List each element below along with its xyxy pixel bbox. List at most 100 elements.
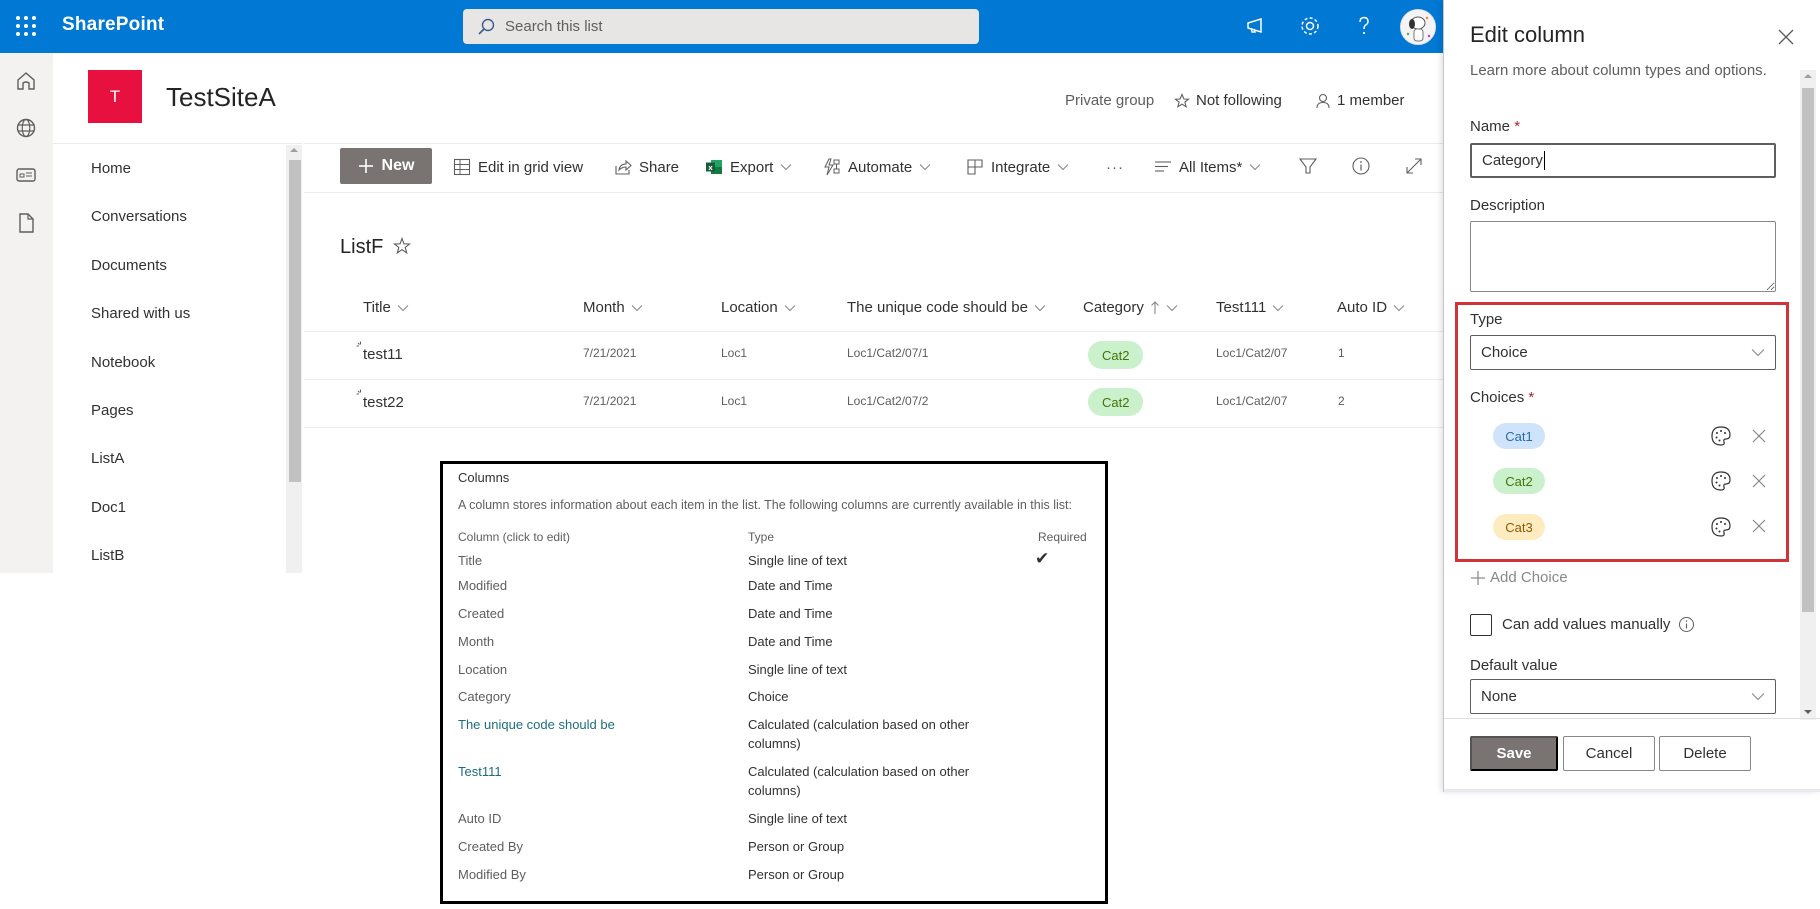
column-link[interactable]: Test111: [458, 764, 502, 779]
search-box[interactable]: Search this list: [463, 9, 979, 44]
column-type: Person or Group: [748, 839, 845, 854]
info-icon[interactable]: [1351, 156, 1371, 176]
column-header-test111[interactable]: Test111: [1216, 299, 1284, 316]
integrate-button[interactable]: Integrate: [966, 156, 1069, 178]
new-button[interactable]: New: [340, 148, 432, 184]
column-header-category[interactable]: Category: [1083, 299, 1178, 316]
name-input[interactable]: Category: [1470, 143, 1776, 178]
type-label: Type: [1470, 311, 1503, 328]
news-icon[interactable]: [14, 163, 38, 187]
info-icon[interactable]: [1678, 616, 1695, 633]
site-title[interactable]: TestSiteA: [166, 82, 276, 113]
choice-pill-cat1[interactable]: Cat1: [1493, 423, 1545, 449]
help-icon[interactable]: [1352, 14, 1376, 38]
required-check-icon: ✔: [1035, 549, 1050, 568]
default-value-dropdown[interactable]: None: [1470, 679, 1776, 714]
palette-icon[interactable]: [1710, 470, 1732, 492]
close-icon[interactable]: [1777, 28, 1795, 46]
nav-item-shared-with-us[interactable]: Shared with us: [91, 305, 190, 322]
divider: [1444, 718, 1820, 719]
column-type: Person or Group: [748, 867, 845, 882]
nav-item-pages[interactable]: Pages: [91, 402, 134, 419]
column-header-location[interactable]: Location: [721, 299, 796, 316]
column-required-header: Required: [1038, 530, 1087, 544]
add-choice-button[interactable]: Add Choice: [1470, 569, 1568, 586]
nav-item-lista[interactable]: ListA: [91, 450, 124, 467]
search-input[interactable]: Search this list: [505, 18, 603, 35]
remove-choice-icon[interactable]: [1751, 473, 1767, 489]
expand-icon[interactable]: [1404, 156, 1424, 176]
cancel-button[interactable]: Cancel: [1563, 736, 1655, 771]
column-link[interactable]: Month: [458, 634, 494, 649]
nav-item-home[interactable]: Home: [91, 160, 131, 177]
palette-icon[interactable]: [1710, 425, 1732, 447]
chevron-down-icon: [1034, 304, 1046, 312]
edit-grid-view-button[interactable]: Edit in grid view: [453, 156, 583, 178]
cell-test111: Loc1/Cat2/07: [1216, 394, 1288, 408]
column-header-month[interactable]: Month: [583, 299, 643, 316]
column-type-continued: columns): [748, 783, 801, 798]
save-button[interactable]: Save: [1470, 736, 1558, 771]
home-icon[interactable]: [14, 69, 38, 93]
document-icon[interactable]: [14, 211, 38, 235]
column-header-auto-id[interactable]: Auto ID: [1337, 299, 1405, 316]
learn-more-link[interactable]: Learn more about column types and option…: [1470, 60, 1770, 81]
follow-button[interactable]: Not following: [1174, 92, 1282, 109]
share-button[interactable]: Share: [614, 156, 679, 178]
manual-values-checkbox[interactable]: [1470, 614, 1492, 636]
columns-heading: Columns: [458, 470, 510, 485]
column-link[interactable]: Modified By: [458, 867, 526, 882]
user-avatar[interactable]: [1400, 9, 1436, 45]
panel-bottom-edge: [1444, 789, 1820, 792]
column-type-continued: columns): [748, 736, 801, 751]
item-title-link[interactable]: test11: [363, 346, 403, 363]
export-button[interactable]: x Export: [705, 156, 792, 178]
choice-pill-cat2[interactable]: Cat2: [1493, 468, 1545, 494]
globe-icon[interactable]: [14, 116, 38, 140]
column-link[interactable]: Category: [458, 689, 511, 704]
scroll-down-arrow-icon[interactable]: [1804, 710, 1812, 714]
column-link[interactable]: Title: [458, 553, 482, 568]
column-link[interactable]: Auto ID: [458, 811, 501, 826]
app-name[interactable]: SharePoint: [62, 14, 164, 36]
nav-item-listb[interactable]: ListB: [91, 547, 124, 564]
filter-icon[interactable]: [1298, 156, 1318, 176]
more-options-button[interactable]: ···: [1106, 156, 1124, 178]
scroll-up-arrow-icon[interactable]: [1804, 74, 1812, 78]
gear-icon[interactable]: [1298, 14, 1322, 38]
column-type: Calculated (calculation based on other: [748, 764, 970, 779]
column-header-title[interactable]: Title: [363, 299, 409, 316]
remove-choice-icon[interactable]: [1751, 518, 1767, 534]
column-link[interactable]: Location: [458, 662, 507, 677]
column-link[interactable]: Created: [458, 606, 504, 621]
chevron-down-icon: [1272, 304, 1284, 312]
column-header-unique-code[interactable]: The unique code should be: [847, 299, 1046, 316]
nav-scrollbar-thumb[interactable]: [289, 160, 301, 482]
description-textarea[interactable]: [1470, 221, 1776, 292]
nav-item-notebook[interactable]: Notebook: [91, 354, 155, 371]
scroll-up-arrow-icon[interactable]: [290, 148, 298, 152]
type-dropdown[interactable]: Choice: [1470, 335, 1776, 370]
column-name-header: Column (click to edit): [458, 530, 571, 544]
column-link[interactable]: Created By: [458, 839, 523, 854]
chevron-down-icon: [784, 304, 796, 312]
choice-pill-cat3[interactable]: Cat3: [1493, 514, 1545, 540]
automate-button[interactable]: Automate: [823, 156, 931, 178]
favorite-star-icon[interactable]: [393, 237, 411, 255]
column-link[interactable]: The unique code should be: [458, 717, 615, 732]
members-button[interactable]: 1 member: [1315, 92, 1405, 109]
nav-item-conversations[interactable]: Conversations: [91, 208, 187, 225]
delete-button[interactable]: Delete: [1659, 736, 1751, 771]
integrate-label: Integrate: [991, 158, 1051, 176]
megaphone-icon[interactable]: [1244, 14, 1268, 38]
view-selector[interactable]: All Items*: [1154, 156, 1261, 178]
palette-icon[interactable]: [1710, 516, 1732, 538]
remove-choice-icon[interactable]: [1751, 428, 1767, 444]
nav-item-documents[interactable]: Documents: [91, 257, 167, 274]
app-launcher-icon[interactable]: [14, 14, 38, 38]
site-logo[interactable]: T: [88, 70, 142, 123]
item-title-link[interactable]: test22: [363, 394, 404, 411]
panel-scrollbar-thumb[interactable]: [1802, 88, 1814, 612]
column-link[interactable]: Modified: [458, 578, 507, 593]
nav-item-doc1[interactable]: Doc1: [91, 499, 126, 516]
